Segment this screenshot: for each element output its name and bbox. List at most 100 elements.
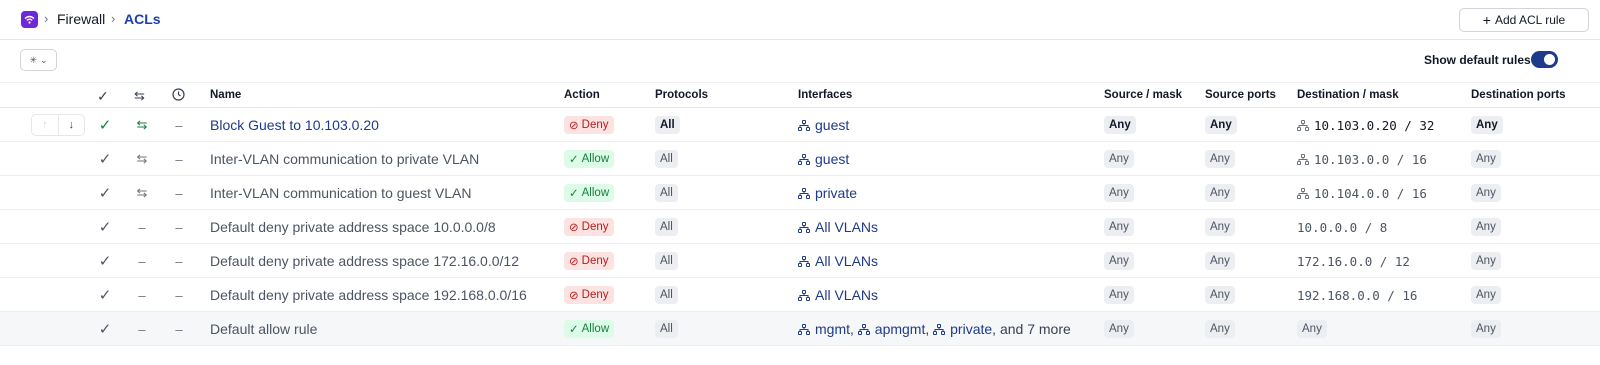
destination-ports-badge: Any [1471, 218, 1501, 236]
header-source-mask[interactable]: Source / mask [1104, 89, 1182, 101]
header-interfaces[interactable]: Interfaces [798, 89, 852, 101]
source-ports-badge: Any [1205, 150, 1235, 168]
schedule-value: – [175, 117, 183, 133]
interface-link[interactable]: guest [815, 117, 849, 133]
interfaces-more[interactable]: , and 7 more [992, 321, 1071, 337]
breadcrumb-firewall[interactable]: Firewall [57, 11, 105, 27]
enabled-check-icon[interactable]: ✓ [97, 108, 113, 142]
network-icon [1297, 187, 1309, 199]
rule-name[interactable]: Default allow rule [210, 312, 317, 346]
enabled-check-header-icon[interactable]: ✓ [97, 88, 109, 105]
destination-mask-cell: 10.104.0.0 / 16 [1297, 176, 1427, 210]
rule-name[interactable]: Block Guest to 10.103.0.20 [210, 108, 379, 142]
protocols-badge: All [655, 218, 678, 236]
bidirectional-icon[interactable]: – [134, 278, 150, 312]
table-row[interactable]: ↑ ↓ ✓ ⇆ – Block Guest to 10.103.0.20 ⊘ Deny All g… [0, 108, 1600, 142]
protocols-badge: All [655, 286, 678, 304]
enabled-check-icon[interactable]: ✓ [97, 278, 113, 312]
allow-check-icon: ✓ [569, 154, 579, 166]
schedule-clock-header-icon[interactable] [172, 88, 185, 104]
action-label: Allow [581, 187, 610, 199]
source-ports-badge: Any [1205, 116, 1237, 134]
interface-link[interactable]: mgmt [815, 321, 850, 337]
show-default-rules-toggle[interactable] [1531, 51, 1558, 68]
header-destination-mask[interactable]: Destination / mask [1297, 89, 1399, 101]
move-up-arrow-icon[interactable]: ↑ [32, 115, 59, 135]
source-ports-badge: Any [1205, 252, 1235, 270]
header-name[interactable]: Name [210, 89, 241, 101]
destination-mask-value: 172.16.0.0 / 12 [1297, 253, 1410, 269]
table-row[interactable]: ✓ – – Default deny private address space 10… [0, 210, 1600, 244]
enabled-check-icon[interactable]: ✓ [97, 210, 113, 244]
source-mask-badge: Any [1104, 116, 1136, 134]
table-row[interactable]: ✓ – – Default deny private address space 19… [0, 278, 1600, 312]
interface-link[interactable]: All VLANs [815, 219, 878, 235]
chevron-right-icon: › [44, 11, 49, 26]
bidirectional-icon[interactable]: ⇆ [134, 176, 150, 210]
action-badge: ⊘ Deny [564, 218, 614, 236]
deny-circle-icon: ⊘ [569, 290, 579, 302]
breadcrumb-acls[interactable]: ACLs [124, 11, 161, 27]
interface-link[interactable]: private [815, 185, 857, 201]
header-action[interactable]: Action [564, 89, 600, 101]
network-icon [1297, 119, 1309, 131]
source-mask-badge: Any [1104, 252, 1134, 270]
rule-name[interactable]: Default deny private address space 192.1… [210, 278, 527, 312]
enabled-check-icon[interactable]: ✓ [97, 312, 113, 346]
chevron-down-icon: ⌄ [40, 54, 48, 65]
action-badge: ⊘ Deny [564, 116, 614, 134]
source-ports-badge: Any [1205, 218, 1235, 236]
destination-mask-badge: Any [1297, 320, 1327, 338]
destination-ports-badge: Any [1471, 320, 1501, 338]
rule-name[interactable]: Default deny private address space 10.0.… [210, 210, 496, 244]
toggle-knob [1544, 54, 1555, 65]
add-acl-rule-button[interactable]: + Add ACL rule [1459, 8, 1589, 32]
header-protocols[interactable]: Protocols [655, 89, 708, 101]
table-row[interactable]: ✓ – – Default deny private address space 17… [0, 244, 1600, 278]
bidirectional-icon[interactable]: – [134, 312, 150, 346]
bidirectional-icon[interactable]: ⇆ [134, 108, 150, 142]
deny-circle-icon: ⊘ [569, 222, 579, 234]
interfaces-cell: guest [798, 108, 849, 142]
bidirectional-icon[interactable]: ⇆ [134, 142, 150, 176]
destination-mask-value: 10.0.0.0 / 8 [1297, 219, 1388, 235]
table-row[interactable]: ✓ ⇆ – Inter-VLAN communication to guest VLA… [0, 176, 1600, 210]
chevron-right-icon: › [111, 11, 116, 26]
rule-name[interactable]: Default deny private address space 172.1… [210, 244, 519, 278]
move-down-arrow-icon[interactable]: ↓ [59, 115, 85, 135]
schedule-value: – [175, 287, 183, 303]
source-mask-badge: Any [1104, 150, 1134, 168]
enabled-check-icon[interactable]: ✓ [97, 142, 113, 176]
enabled-check-icon[interactable]: ✓ [97, 176, 113, 210]
table-row[interactable]: ✓ – – Default allow rule ✓ Allow All mgmt, apmg… [0, 312, 1600, 346]
deny-circle-icon: ⊘ [569, 120, 579, 132]
table-row[interactable]: ✓ ⇆ – Inter-VLAN communication to private V… [0, 142, 1600, 176]
interface-link[interactable]: All VLANs [815, 253, 878, 269]
bidirectional-header-icon[interactable]: ⇆ [134, 88, 145, 104]
interfaces-cell: All VLANs [798, 244, 878, 278]
action-badge: ⊘ Deny [564, 286, 614, 304]
rule-name[interactable]: Inter-VLAN communication to private VLAN [210, 142, 479, 176]
enabled-check-icon[interactable]: ✓ [97, 244, 113, 278]
bidirectional-icon[interactable]: – [134, 210, 150, 244]
bidirectional-icon[interactable]: – [134, 244, 150, 278]
interface-link[interactable]: All VLANs [815, 287, 878, 303]
interface-link[interactable]: apmgmt [875, 321, 926, 337]
schedule-value: – [175, 151, 183, 167]
network-icon [798, 187, 810, 199]
wifi-logo-icon[interactable] [21, 11, 38, 28]
interface-link[interactable]: guest [815, 151, 849, 167]
interfaces-cell: All VLANs [798, 278, 878, 312]
network-icon [933, 323, 946, 335]
network-icon [798, 153, 810, 165]
protocols-badge: All [655, 116, 680, 134]
header-source-ports[interactable]: Source ports [1205, 89, 1276, 101]
destination-mask-value: 10.103.0.20 / 32 [1314, 117, 1435, 133]
source-mask-badge: Any [1104, 286, 1134, 304]
column-filter-dropdown[interactable]: ✳ ⌄ [20, 49, 57, 71]
schedule-value: – [175, 219, 183, 235]
header-destination-ports[interactable]: Destination ports [1471, 89, 1566, 101]
network-icon [1297, 153, 1309, 165]
interface-link[interactable]: private [950, 321, 992, 337]
rule-name[interactable]: Inter-VLAN communication to guest VLAN [210, 176, 471, 210]
